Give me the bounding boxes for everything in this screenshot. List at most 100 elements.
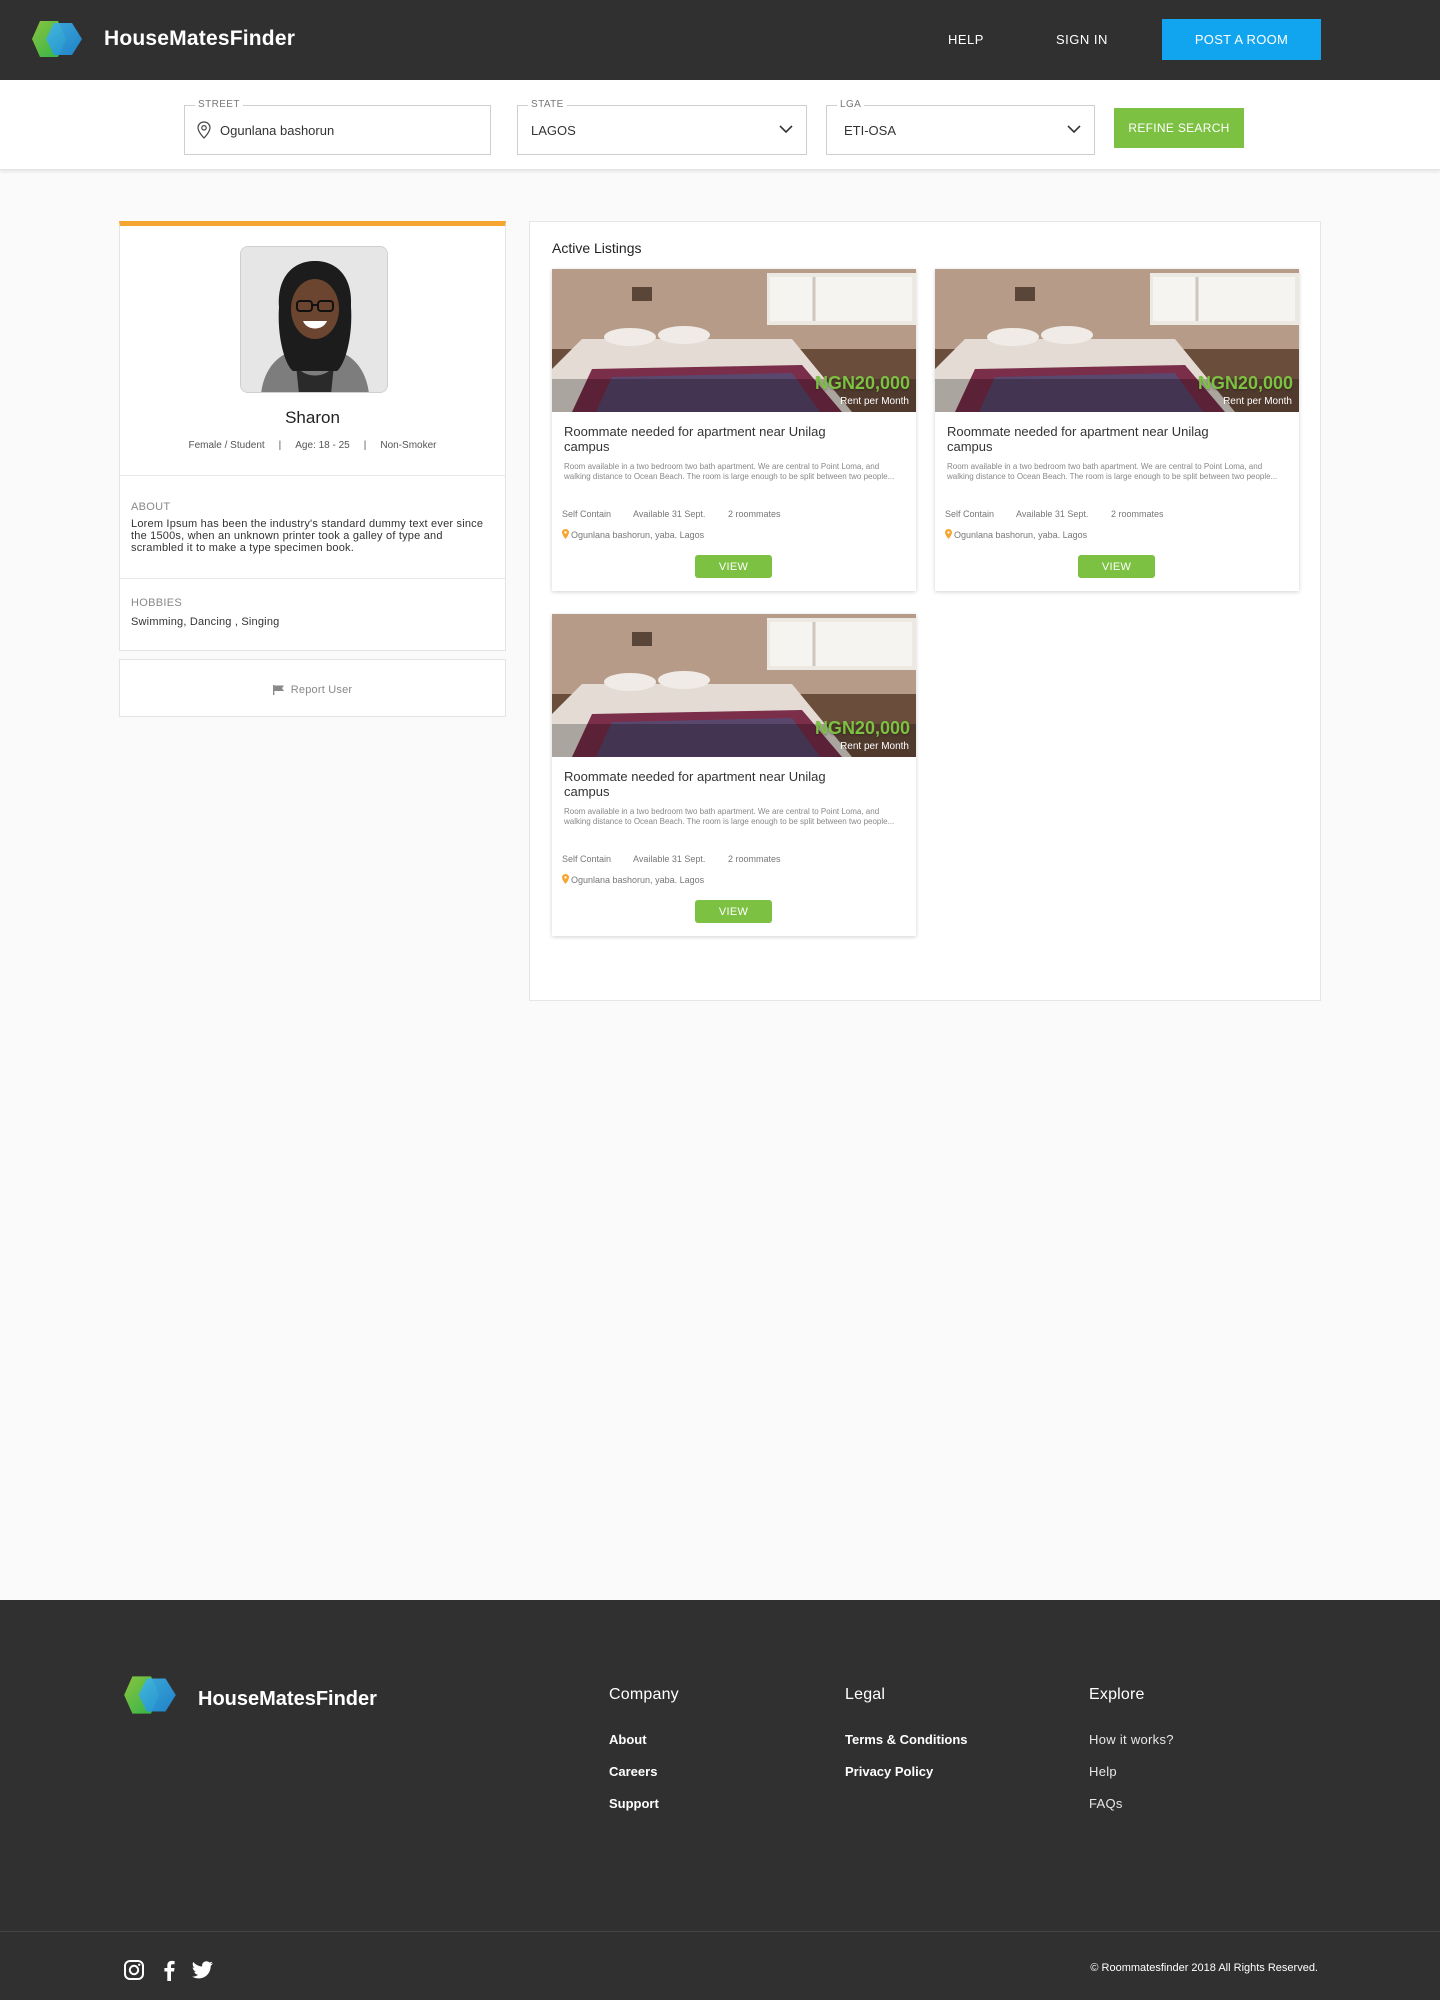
brand-name[interactable]: HouseMatesFinder bbox=[104, 27, 295, 51]
listing-location: Ogunlana bashorun, yaba. Lagos bbox=[945, 529, 1087, 540]
listing-price: NGN20,000 bbox=[1197, 373, 1293, 393]
listing-photo[interactable]: NGN20,000 Rent per Month bbox=[552, 614, 916, 757]
listing-location: Ogunlana bashorun, yaba. Lagos bbox=[562, 529, 704, 540]
footer: HouseMatesFinder Company About Careers S… bbox=[0, 1600, 1440, 2000]
report-user-content[interactable]: Report User bbox=[120, 684, 505, 696]
listing-card[interactable]: NGN20,000 Rent per Month Roommate needed… bbox=[552, 614, 916, 936]
listing-photo[interactable]: NGN20,000 Rent per Month bbox=[552, 269, 916, 412]
listing-description: Room available in a two bedroom two bath… bbox=[564, 807, 895, 826]
listing-location-text: Ogunlana bashorun, yaba. Lagos bbox=[571, 530, 705, 540]
location-pin-icon bbox=[562, 874, 569, 884]
divider bbox=[120, 578, 505, 579]
listing-photo[interactable]: NGN20,000 Rent per Month bbox=[935, 269, 1299, 412]
footer-brand-name[interactable]: HouseMatesFinder bbox=[198, 1688, 377, 1711]
street-field[interactable]: STREET Ogunlana bashorun bbox=[184, 99, 491, 155]
location-pin-icon bbox=[562, 529, 569, 539]
location-pin-icon bbox=[197, 121, 211, 139]
copyright-text: © Roommatesfinder 2018 All Rights Reserv… bbox=[1090, 1962, 1318, 1974]
footer-link-terms[interactable]: Terms & Conditions bbox=[845, 1732, 968, 1747]
brand-logo-icon[interactable] bbox=[120, 1674, 182, 1716]
listing-availability: Available 31 Sept. bbox=[1016, 509, 1089, 519]
listing-price: NGN20,000 bbox=[814, 373, 910, 393]
smoker-status: Non-Smoker bbox=[380, 440, 437, 451]
listing-availability: Available 31 Sept. bbox=[633, 509, 706, 519]
lga-field-label: LGA bbox=[837, 99, 865, 110]
flag-icon bbox=[272, 685, 284, 696]
listing-availability: Available 31 Sept. bbox=[633, 854, 706, 864]
listing-tags: Self Contain Available 31 Sept. 2 roomma… bbox=[562, 854, 800, 864]
listing-card[interactable]: NGN20,000 Rent per Month Roommate needed… bbox=[935, 269, 1299, 591]
report-user-button[interactable]: Report User bbox=[119, 659, 506, 717]
search-bar: STREET Ogunlana bashorun STATE LAGOS LGA… bbox=[0, 80, 1440, 170]
state-field-label: STATE bbox=[528, 99, 567, 110]
avatar-photo bbox=[241, 247, 387, 392]
meta-separator: | bbox=[363, 440, 367, 451]
footer-link-careers[interactable]: Careers bbox=[609, 1764, 679, 1779]
listing-location: Ogunlana bashorun, yaba. Lagos bbox=[562, 874, 704, 885]
view-listing-button[interactable]: VIEW bbox=[695, 555, 772, 578]
footer-link-faqs[interactable]: FAQs bbox=[1089, 1796, 1174, 1811]
hobbies-title: HOBBIES bbox=[131, 597, 183, 609]
listing-location-text: Ogunlana bashorun, yaba. Lagos bbox=[571, 875, 705, 885]
listing-title[interactable]: Roommate needed for apartment near Unila… bbox=[947, 424, 1237, 454]
footer-explore-column: Explore How it works? Help FAQs bbox=[1089, 1686, 1174, 1828]
about-title: ABOUT bbox=[131, 501, 171, 513]
street-input-value[interactable]: Ogunlana bashorun bbox=[220, 123, 334, 138]
chevron-down-icon[interactable] bbox=[779, 124, 793, 134]
listing-type: Self Contain bbox=[562, 854, 612, 864]
divider bbox=[120, 475, 505, 476]
facebook-icon[interactable] bbox=[158, 1959, 180, 1981]
footer-link-how-it-works[interactable]: How it works? bbox=[1089, 1732, 1174, 1747]
listing-card[interactable]: NGN20,000 Rent per Month Roommate needed… bbox=[552, 269, 916, 591]
hobbies-text: Swimming, Dancing , Singing bbox=[131, 616, 280, 628]
listing-title[interactable]: Roommate needed for apartment near Unila… bbox=[564, 424, 854, 454]
listing-description: Room available in a two bedroom two bath… bbox=[947, 462, 1278, 481]
footer-company-column: Company About Careers Support bbox=[609, 1686, 679, 1828]
instagram-icon[interactable] bbox=[123, 1959, 145, 1981]
about-text: Lorem Ipsum has been the industry's stan… bbox=[131, 518, 484, 554]
avatar bbox=[240, 246, 388, 393]
meta-separator: | bbox=[278, 440, 282, 451]
lga-select[interactable]: LGA ETI-OSA bbox=[826, 99, 1095, 155]
footer-legal-title: Legal bbox=[845, 1686, 886, 1703]
listing-title[interactable]: Roommate needed for apartment near Unila… bbox=[564, 769, 854, 799]
view-listing-button[interactable]: VIEW bbox=[695, 900, 772, 923]
footer-link-support[interactable]: Support bbox=[609, 1796, 679, 1811]
nav-help-link[interactable]: HELP bbox=[948, 32, 984, 47]
profile-name: Sharon bbox=[285, 408, 340, 427]
footer-company-title: Company bbox=[609, 1686, 679, 1703]
location-pin-icon bbox=[945, 529, 952, 539]
footer-divider bbox=[0, 1931, 1440, 1932]
refine-search-button[interactable]: REFINE SEARCH bbox=[1114, 108, 1244, 148]
profile-meta: Female / Student | Age: 18 - 25 | Non-Smoker bbox=[120, 440, 505, 451]
brand-logo-icon[interactable] bbox=[28, 19, 88, 59]
gender-occupation: Female / Student bbox=[188, 440, 265, 451]
footer-link-help[interactable]: Help bbox=[1089, 1764, 1174, 1779]
nav-sign-in-link[interactable]: SIGN IN bbox=[1056, 32, 1108, 47]
state-selected-value[interactable]: LAGOS bbox=[531, 123, 576, 138]
footer-legal-column: Legal Terms & Conditions Privacy Policy bbox=[845, 1686, 968, 1796]
footer-explore-title: Explore bbox=[1089, 1686, 1145, 1703]
lga-selected-value[interactable]: ETI-OSA bbox=[844, 123, 896, 138]
listing-location-text: Ogunlana bashorun, yaba. Lagos bbox=[954, 530, 1088, 540]
listings-title: Active Listings bbox=[552, 240, 642, 256]
twitter-icon[interactable] bbox=[190, 1959, 214, 1981]
listing-tags: Self Contain Available 31 Sept. 2 roomma… bbox=[945, 509, 1183, 519]
listing-type: Self Contain bbox=[945, 509, 995, 519]
report-user-label[interactable]: Report User bbox=[291, 684, 353, 696]
active-listings-panel: Active Listings NGN20,000 Rent per Month bbox=[529, 221, 1321, 1001]
listing-rent-period: Rent per Month bbox=[840, 741, 909, 752]
state-select[interactable]: STATE LAGOS bbox=[517, 99, 807, 155]
footer-link-privacy[interactable]: Privacy Policy bbox=[845, 1764, 968, 1779]
view-listing-button[interactable]: VIEW bbox=[1078, 555, 1155, 578]
listing-roommates: 2 roommates bbox=[1110, 509, 1164, 519]
listing-roommates: 2 roommates bbox=[727, 854, 781, 864]
listing-rent-period: Rent per Month bbox=[1223, 396, 1292, 407]
post-a-room-button[interactable]: POST A ROOM bbox=[1162, 19, 1321, 60]
footer-link-about[interactable]: About bbox=[609, 1732, 679, 1747]
chevron-down-icon[interactable] bbox=[1067, 124, 1081, 134]
street-field-label: STREET bbox=[195, 99, 243, 110]
listing-type: Self Contain bbox=[562, 509, 612, 519]
listing-tags: Self Contain Available 31 Sept. 2 roomma… bbox=[562, 509, 800, 519]
listing-description: Room available in a two bedroom two bath… bbox=[564, 462, 895, 481]
